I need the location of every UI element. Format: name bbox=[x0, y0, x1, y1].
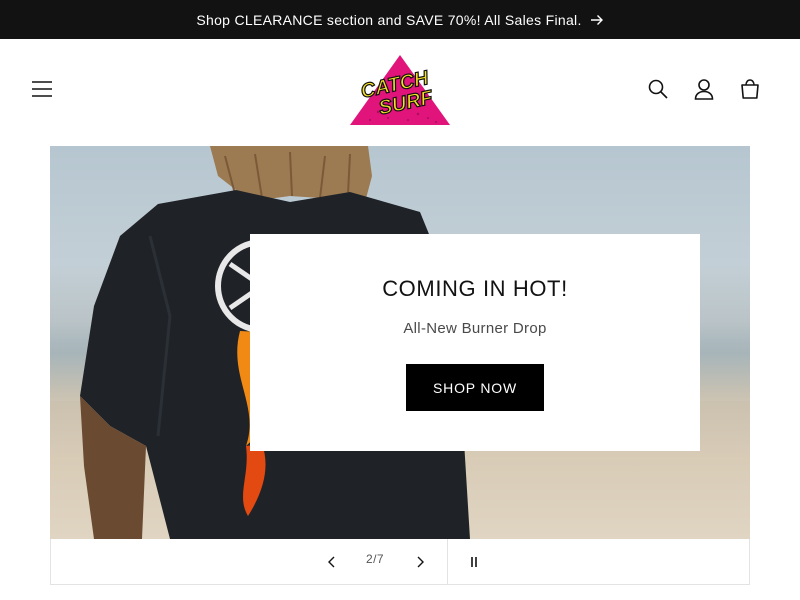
header-icons bbox=[646, 75, 762, 103]
arrow-right-icon[interactable] bbox=[590, 14, 604, 26]
slide-counter: 2/7 bbox=[366, 552, 384, 566]
account-icon[interactable] bbox=[692, 75, 716, 103]
search-icon[interactable] bbox=[646, 75, 670, 103]
logo[interactable]: CATCH SURF bbox=[348, 52, 452, 128]
slide-subheading: All-New Burner Drop bbox=[403, 320, 547, 337]
hero-slideshow: COMING IN HOT! All-New Burner Drop SHOP … bbox=[50, 146, 750, 539]
slider-controls: 2/7 bbox=[50, 539, 750, 585]
chevron-left-icon[interactable] bbox=[321, 551, 343, 573]
cart-icon[interactable] bbox=[738, 75, 762, 103]
hamburger-menu-icon[interactable] bbox=[28, 75, 56, 103]
shop-now-button[interactable]: SHOP NOW bbox=[406, 364, 544, 411]
announcement-text[interactable]: Shop CLEARANCE section and SAVE 70%! All… bbox=[196, 12, 581, 28]
slide-heading: COMING IN HOT! bbox=[382, 276, 568, 301]
site-header: CATCH SURF bbox=[0, 39, 800, 146]
pause-icon[interactable] bbox=[463, 551, 485, 573]
chevron-right-icon[interactable] bbox=[409, 551, 431, 573]
controls-divider bbox=[447, 539, 448, 585]
announcement-bar[interactable]: Shop CLEARANCE section and SAVE 70%! All… bbox=[0, 0, 800, 39]
slide-content-card: COMING IN HOT! All-New Burner Drop SHOP … bbox=[250, 234, 700, 451]
